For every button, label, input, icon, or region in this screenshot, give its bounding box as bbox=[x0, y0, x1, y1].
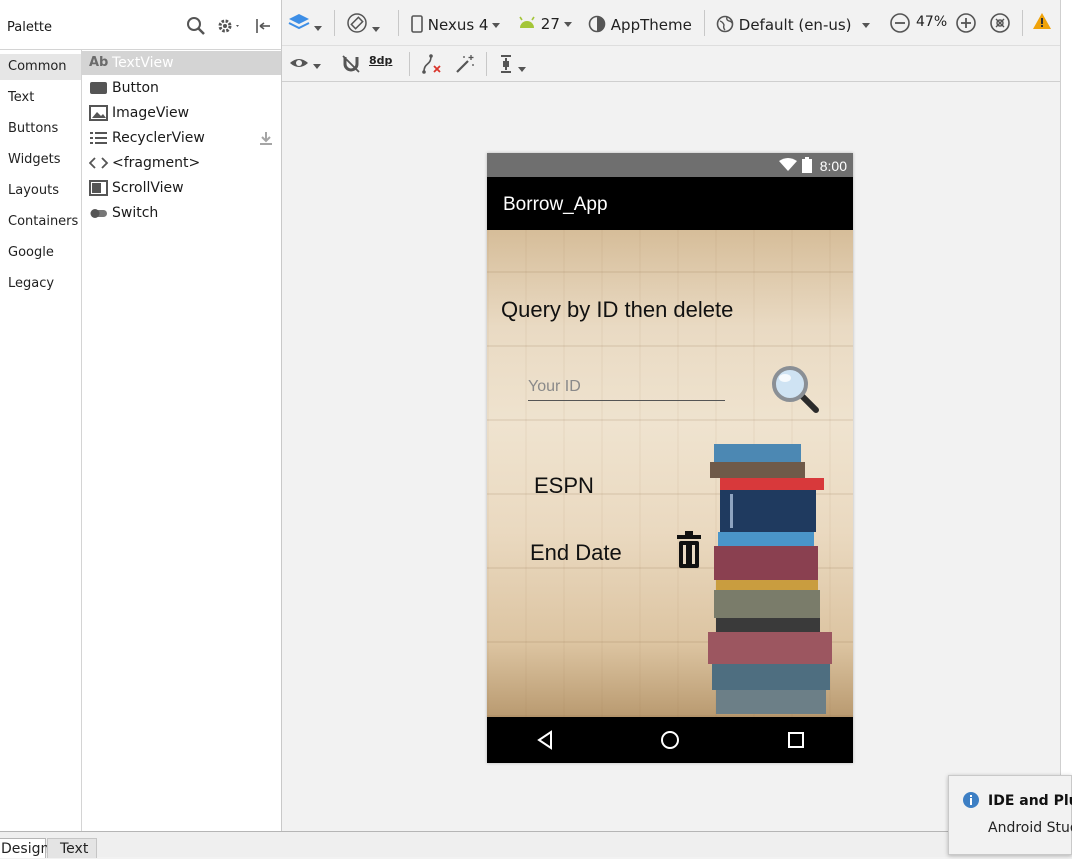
widget-imageview[interactable]: ImageView bbox=[82, 101, 281, 125]
navigation-bar bbox=[487, 717, 853, 763]
attributes-panel-edge bbox=[1060, 0, 1072, 831]
theme-label: AppTheme bbox=[610, 16, 692, 34]
api-level-selector[interactable]: 27 bbox=[518, 15, 572, 33]
query-title: Query by ID then delete bbox=[501, 297, 734, 322]
editor-toolbar: Nexus 4 27 AppTheme Default (en-us) 47% bbox=[282, 0, 1060, 46]
image-icon bbox=[89, 101, 109, 125]
tab-design[interactable]: Design bbox=[0, 838, 49, 858]
orientation-icon[interactable] bbox=[346, 12, 380, 38]
widget-label: Button bbox=[112, 80, 159, 96]
zoom-to-fit-icon[interactable] bbox=[989, 12, 1011, 38]
theme-selector[interactable]: AppTheme bbox=[588, 15, 692, 34]
notification-title: IDE and Plug bbox=[988, 793, 1072, 809]
api-level-label: 27 bbox=[540, 15, 560, 33]
palette-title: Palette bbox=[7, 20, 53, 35]
screen-content: Query by ID then delete ESPN End Date bbox=[487, 230, 853, 717]
switch-icon bbox=[89, 201, 109, 225]
category-text[interactable]: Text bbox=[0, 85, 81, 111]
category-common[interactable]: Common bbox=[0, 54, 81, 80]
back-icon[interactable] bbox=[533, 728, 557, 752]
warning-icon[interactable] bbox=[1032, 12, 1052, 34]
textview-icon: Ab bbox=[89, 55, 109, 70]
code-icon bbox=[88, 151, 109, 175]
status-bar: 8:00 bbox=[487, 153, 853, 177]
gear-icon[interactable] bbox=[216, 16, 242, 40]
category-buttons[interactable]: Buttons bbox=[0, 116, 81, 142]
widget-label: TextView bbox=[112, 55, 174, 71]
align-icon[interactable] bbox=[498, 54, 526, 78]
zoom-in-icon[interactable] bbox=[955, 12, 977, 38]
magnifier-search-button[interactable] bbox=[770, 364, 822, 416]
device-label: Nexus 4 bbox=[427, 16, 489, 34]
category-google[interactable]: Google bbox=[0, 240, 81, 266]
end-date-label: End Date bbox=[530, 540, 622, 565]
app-title: Borrow_App bbox=[503, 194, 608, 215]
book-stack-image bbox=[705, 442, 845, 717]
palette-categories: Common Text Buttons Widgets Layouts Cont… bbox=[0, 50, 82, 831]
editor-mode-tabs: Design Text bbox=[0, 831, 1072, 858]
widget-label: Switch bbox=[112, 205, 159, 221]
update-notification[interactable]: IDE and Plug Android Stud bbox=[948, 775, 1072, 855]
name-value: ESPN bbox=[534, 473, 594, 498]
id-input[interactable] bbox=[528, 374, 725, 401]
scrollview-icon bbox=[89, 176, 109, 200]
category-widgets[interactable]: Widgets bbox=[0, 147, 81, 173]
eye-icon[interactable] bbox=[289, 55, 321, 75]
magic-wand-icon[interactable] bbox=[455, 54, 475, 78]
zoom-level: 47% bbox=[916, 14, 948, 30]
theme-icon bbox=[588, 15, 606, 33]
trash-icon[interactable] bbox=[675, 530, 703, 570]
list-icon bbox=[89, 126, 109, 150]
tab-text[interactable]: Text bbox=[47, 838, 97, 858]
widget-scrollview[interactable]: ScrollView bbox=[82, 176, 281, 200]
globe-icon bbox=[716, 15, 734, 33]
widget-label: ImageView bbox=[112, 105, 190, 121]
palette-header: Palette bbox=[0, 0, 282, 50]
widget-fragment[interactable]: <fragment> bbox=[82, 151, 281, 175]
locale-label: Default (en-us) bbox=[738, 16, 852, 34]
battery-icon bbox=[802, 157, 812, 177]
palette-widget-list: Ab TextView Button ImageView RecyclerVie… bbox=[82, 50, 282, 831]
category-legacy[interactable]: Legacy bbox=[0, 271, 81, 297]
layers-icon[interactable] bbox=[288, 13, 322, 37]
widget-recyclerview[interactable]: RecyclerView bbox=[82, 126, 281, 150]
phone-icon bbox=[411, 15, 423, 33]
notification-body: Android Stud bbox=[988, 820, 1072, 836]
category-layouts[interactable]: Layouts bbox=[0, 178, 81, 204]
recents-icon[interactable] bbox=[784, 728, 808, 752]
design-toolbar: 8dp bbox=[282, 46, 1060, 82]
widget-label: RecyclerView bbox=[112, 130, 205, 146]
widget-label: ScrollView bbox=[112, 180, 184, 196]
home-icon[interactable] bbox=[658, 728, 682, 752]
category-containers[interactable]: Containers bbox=[0, 209, 81, 235]
locale-selector[interactable]: Default (en-us) bbox=[716, 15, 870, 34]
app-bar: Borrow_App bbox=[487, 177, 853, 230]
android-icon bbox=[519, 16, 535, 28]
widget-switch[interactable]: Switch bbox=[82, 201, 281, 225]
widget-button[interactable]: Button bbox=[82, 76, 281, 100]
info-icon bbox=[962, 791, 980, 813]
search-icon[interactable] bbox=[186, 16, 206, 40]
device-selector[interactable]: Nexus 4 bbox=[411, 15, 501, 34]
zoom-out-icon[interactable] bbox=[889, 12, 911, 38]
device-preview: 8:00 Borrow_App Query by ID then delete … bbox=[487, 153, 853, 763]
button-icon bbox=[89, 76, 109, 100]
widget-label: <fragment> bbox=[112, 155, 201, 171]
wifi-icon bbox=[779, 158, 797, 176]
margin-label: 8dp bbox=[369, 54, 393, 67]
clock: 8:00 bbox=[819, 158, 847, 174]
clear-constraints-icon[interactable] bbox=[421, 54, 443, 78]
default-margin-selector[interactable]: 8dp bbox=[369, 54, 392, 67]
collapse-panel-icon[interactable] bbox=[254, 17, 272, 39]
widget-textview[interactable]: Ab TextView bbox=[82, 51, 281, 75]
magnet-off-icon[interactable] bbox=[341, 54, 361, 78]
